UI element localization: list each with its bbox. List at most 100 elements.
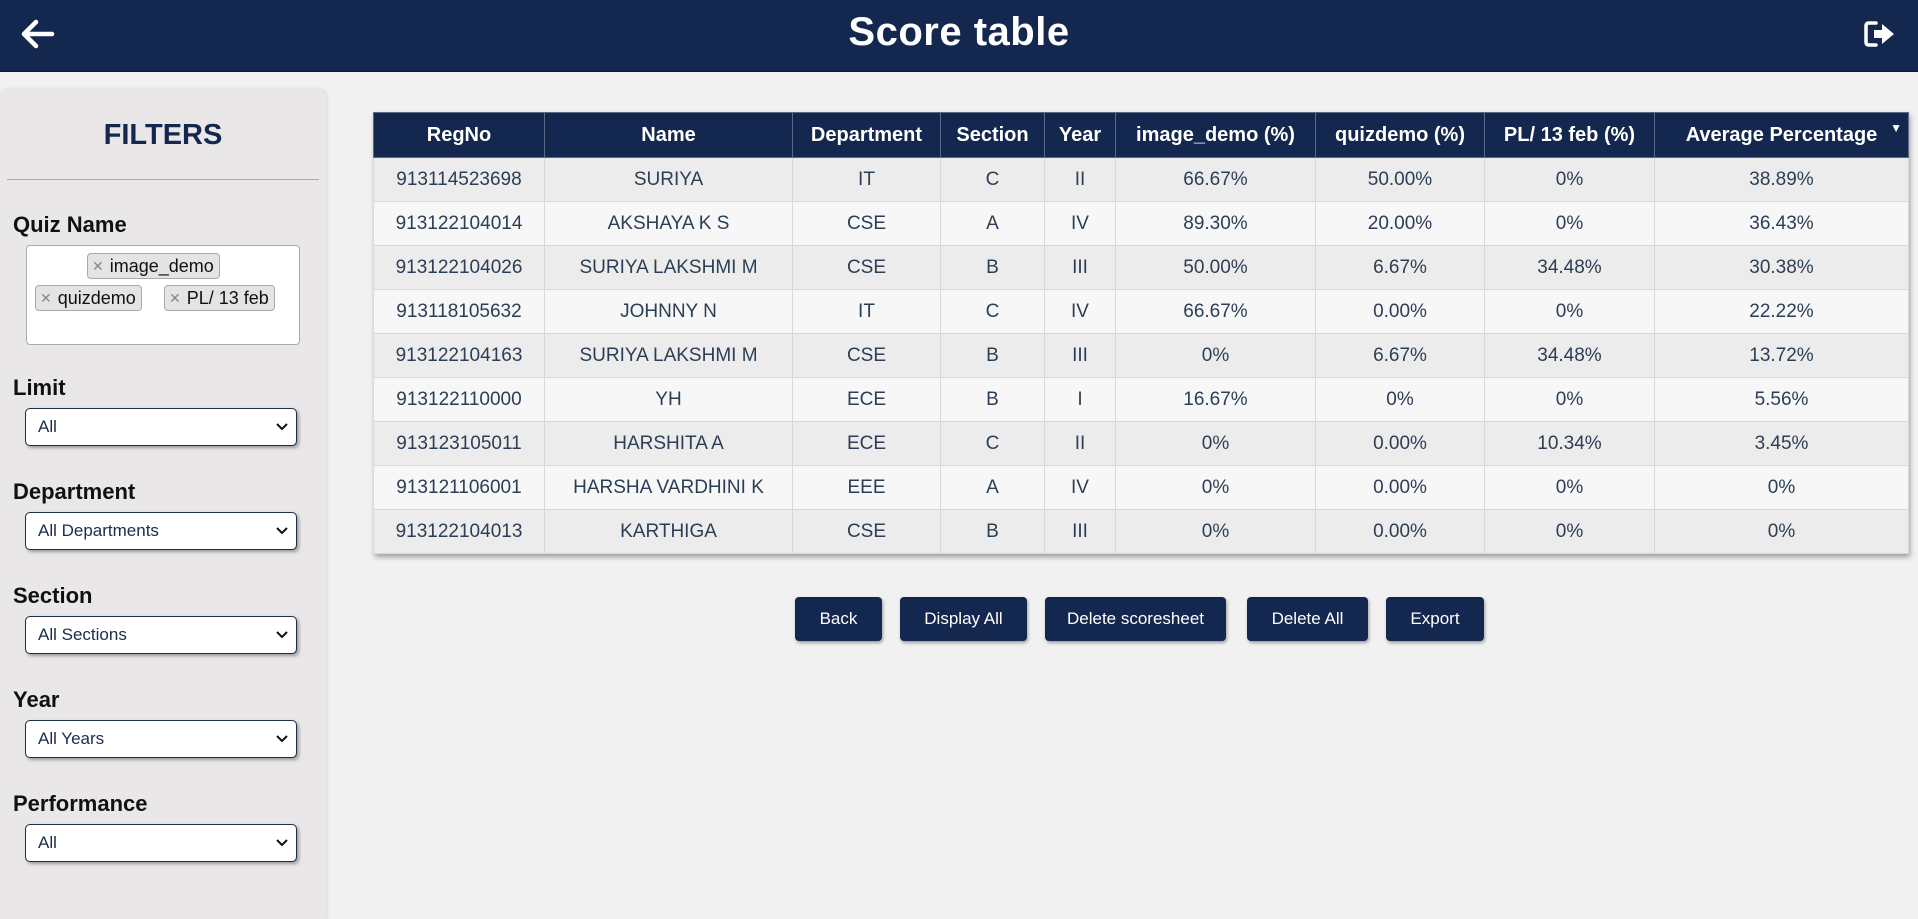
performance-label: Performance [13,791,148,816]
cell-section: C [940,421,1045,466]
table-row: 913121106001 HARSHA VARDHINI K EEE A IV 0% 0.0… [373,465,1909,510]
column-header-average-percentage[interactable]: Average Percentage ▼ [1654,112,1909,158]
delete-scoresheet-button[interactable]: Delete scoresheet [1045,597,1226,641]
cell-image-demo: 66.67% [1115,289,1316,334]
cell-section: B [940,333,1045,378]
column-header-pl-13-feb[interactable]: PL/ 13 feb (%) [1484,112,1655,158]
cell-quizdemo: 0.00% [1315,289,1485,334]
cell-year: IV [1044,201,1116,246]
cell-name: YH [544,377,793,422]
cell-pl-13-feb: 0% [1484,465,1655,510]
chevron-down-icon [276,721,288,757]
cell-average-percentage: 0% [1654,509,1909,554]
cell-year: IV [1044,289,1116,334]
quiz-tag[interactable]: ✕ image_demo [87,253,220,279]
display-all-button[interactable]: Display All [900,597,1027,641]
column-header-section[interactable]: Section [940,112,1045,158]
average-percentage-label: Average Percentage [1685,123,1878,146]
filters-sidebar: FILTERS Quiz Name ✕ image_demo ✕ quizdem… [0,89,326,919]
section-value: All Sections [38,625,127,644]
cell-section: B [940,509,1045,554]
cell-pl-13-feb: 0% [1484,377,1655,422]
table-header-row: RegNo Name Department Section Year image… [373,112,1909,158]
cell-name: HARSHITA A [544,421,793,466]
cell-section: A [940,465,1045,510]
quiz-tag[interactable]: ✕ PL/ 13 feb [164,285,275,311]
logout-button[interactable] [1860,14,1900,54]
column-header-quizdemo[interactable]: quizdemo (%) [1315,112,1485,158]
cell-pl-13-feb: 34.48% [1484,245,1655,290]
section-label: Section [13,583,93,608]
export-button[interactable]: Export [1386,597,1484,641]
cell-image-demo: 0% [1115,465,1316,510]
cell-image-demo: 50.00% [1115,245,1316,290]
quiz-name-multiselect[interactable]: ✕ image_demo ✕ quizdemo ✕ PL/ 13 feb [26,245,300,345]
department-select[interactable]: All Departments [25,512,297,550]
cell-pl-13-feb: 0% [1484,201,1655,246]
cell-quizdemo: 6.67% [1315,245,1485,290]
cell-name: SURIYA [544,157,793,202]
performance-select[interactable]: All [25,824,297,862]
cell-name: SURIYA LAKSHMI M [544,333,793,378]
cell-image-demo: 66.67% [1115,157,1316,202]
cell-name: SURIYA LAKSHMI M [544,245,793,290]
cell-regno: 913118105632 [373,289,545,334]
column-header-department[interactable]: Department [792,112,941,158]
cell-quizdemo: 0.00% [1315,465,1485,510]
cell-name: JOHNNY N [544,289,793,334]
year-value: All Years [38,729,105,748]
cell-department: CSE [792,245,941,290]
limit-label: Limit [13,375,66,400]
cell-section: A [940,201,1045,246]
chevron-down-icon [276,617,288,653]
cell-pl-13-feb: 0% [1484,157,1655,202]
cell-year: IV [1044,465,1116,510]
back-button[interactable]: Back [795,597,882,641]
year-select[interactable]: All Years [25,720,297,758]
cell-image-demo: 0% [1115,421,1316,466]
section-select[interactable]: All Sections [25,616,297,654]
cell-section: B [940,377,1045,422]
filters-title: FILTERS [103,119,223,151]
table-row: 913122104163 SURIYA LAKSHMI M CSE B III 0% 6.6… [373,333,1909,378]
cell-pl-13-feb: 0% [1484,509,1655,554]
column-header-image-demo[interactable]: image_demo (%) [1115,112,1316,158]
quiz-tag[interactable]: ✕ quizdemo [35,285,142,311]
remove-tag-icon[interactable]: ✕ [40,287,52,310]
cell-image-demo: 0% [1115,509,1316,554]
cell-regno: 913122104163 [373,333,545,378]
column-header-name[interactable]: Name [544,112,793,158]
remove-tag-icon[interactable]: ✕ [169,287,181,310]
department-label: Department [13,479,136,504]
remove-tag-icon[interactable]: ✕ [92,255,104,278]
table-row: 913114523698 SURIYA IT C II 66.67% 50.00% 0% 38.… [373,157,1909,202]
limit-select[interactable]: All [25,408,297,446]
cell-pl-13-feb: 34.48% [1484,333,1655,378]
score-table: RegNo Name Department Section Year image… [373,112,1909,554]
table-row: 913122110000 YH ECE B I 16.67% 0% 0% 5.56% [373,377,1909,422]
cell-average-percentage: 38.89% [1654,157,1909,202]
top-header: Score table [0,0,1918,72]
cell-regno: 913122104014 [373,201,545,246]
year-label: Year [13,687,60,712]
limit-value: All [38,417,57,436]
quiz-tag-label: PL/ 13 feb [186,287,269,308]
chevron-down-icon [276,409,288,445]
performance-value: All [38,833,57,852]
cell-department: ECE [792,421,941,466]
sort-desc-icon: ▼ [1890,121,1902,135]
table-row: 913123105011 HARSHITA A ECE C II 0% 0.00% 10.34… [373,421,1909,466]
quiz-tag-label: quizdemo [57,287,136,308]
table-row: 913122104014 AKSHAYA K S CSE A IV 89.30% 20.00… [373,201,1909,246]
table-row: 913122104026 SURIYA LAKSHMI M CSE B III 50.00… [373,245,1909,290]
cell-quizdemo: 0% [1315,377,1485,422]
column-header-regno[interactable]: RegNo [373,112,545,158]
chevron-down-icon [276,825,288,861]
column-header-year[interactable]: Year [1044,112,1116,158]
delete-all-button[interactable]: Delete All [1247,597,1368,641]
cell-section: C [940,289,1045,334]
cell-department: EEE [792,465,941,510]
cell-quizdemo: 0.00% [1315,509,1485,554]
table-row: 913122104013 KARTHIGA CSE B III 0% 0.00% 0% 0% [373,509,1909,554]
cell-image-demo: 89.30% [1115,201,1316,246]
